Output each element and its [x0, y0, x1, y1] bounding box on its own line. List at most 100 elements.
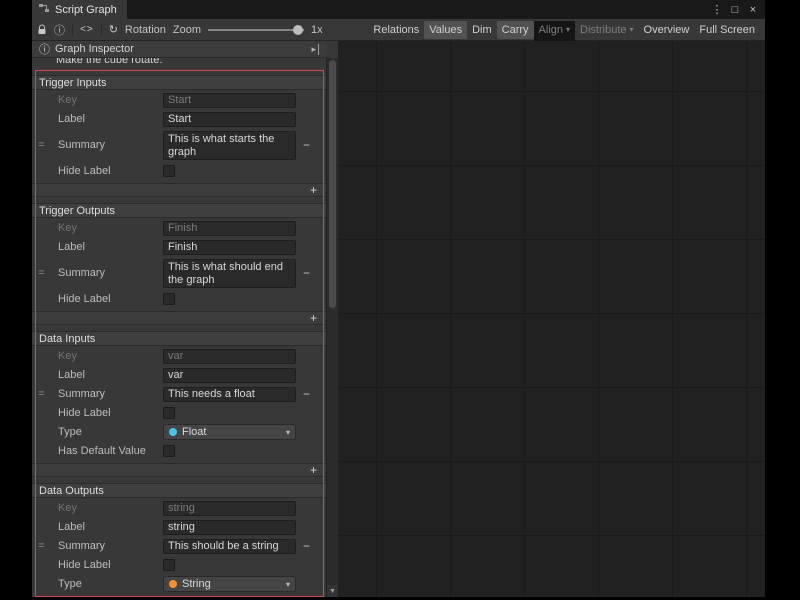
section-header[interactable]: Trigger Inputs [32, 75, 326, 90]
section-header[interactable]: Trigger Outputs [32, 203, 326, 218]
key-label: Key [58, 222, 163, 234]
summary-row: = Summary This is what starts the graph … [32, 129, 326, 161]
add-row: + [32, 463, 326, 477]
label-row: Label [32, 238, 326, 256]
has-default-checkbox[interactable] [163, 445, 175, 457]
scrollbar-thumb[interactable] [329, 60, 336, 308]
hide-label-checkbox[interactable] [163, 165, 175, 177]
label-field[interactable] [163, 520, 296, 535]
tab-script-graph[interactable]: Script Graph [32, 0, 127, 19]
section-header[interactable]: Data Inputs [32, 331, 326, 346]
section-header[interactable]: Data Outputs [32, 483, 326, 498]
tab-bar: Script Graph ⋮ □ × [32, 0, 765, 19]
hide-label-label: Hide Label [58, 407, 163, 419]
add-button[interactable]: + [310, 464, 317, 476]
remove-button[interactable]: − [303, 539, 310, 553]
key-row: Key [32, 91, 326, 109]
section-title: Data Outputs [39, 485, 104, 497]
screenshot-root: Script Graph ⋮ □ × ⓘ <> ↻ Rotation Zoom [0, 0, 800, 600]
remove-button[interactable]: − [303, 387, 310, 401]
key-row: Key [32, 347, 326, 365]
summary-field[interactable] [163, 539, 296, 554]
summary-row: = Summary This is what should end the gr… [32, 257, 326, 289]
label-field[interactable] [163, 240, 296, 255]
drag-handle-icon[interactable]: = [38, 388, 44, 400]
collapse-inspector-icon[interactable]: ▸ [311, 44, 319, 55]
hide-label-label: Hide Label [58, 165, 163, 177]
type-dropdown[interactable]: String ▾ [163, 576, 296, 592]
label-row: Label [32, 518, 326, 536]
description-clip: Make the cube rotate. [32, 58, 326, 70]
code-icon[interactable]: <> [80, 24, 94, 35]
summary-label: Summary [58, 540, 163, 552]
summary-field[interactable]: This is what should end the graph [163, 259, 296, 288]
distribute-button: Distribute ▾ [575, 21, 638, 39]
key-row: Key [32, 499, 326, 517]
label-label: Label [58, 241, 163, 253]
hide-label-row: Hide Label [32, 404, 326, 422]
drag-handle-icon[interactable]: = [38, 139, 44, 151]
section-trigger-outputs: Trigger Outputs Key Label = Summary [32, 203, 326, 325]
inspector-scrollbar[interactable]: ▼ [326, 58, 338, 597]
summary-label: Summary [58, 267, 163, 279]
info-icon[interactable]: ⓘ [54, 22, 65, 38]
zoom-slider-handle[interactable] [293, 25, 303, 35]
inspector-header: ⓘ Graph Inspector ▸ [32, 41, 326, 58]
relations-button[interactable]: Relations [368, 21, 424, 39]
key-field [163, 221, 296, 236]
label-row: Label [32, 366, 326, 384]
key-field [163, 501, 296, 516]
remove-button[interactable]: − [303, 138, 310, 152]
graph-canvas[interactable] [338, 41, 765, 597]
hide-label-checkbox[interactable] [163, 559, 175, 571]
hide-label-checkbox[interactable] [163, 293, 175, 305]
window-menu-icon[interactable]: ⋮ [709, 3, 725, 16]
summary-field[interactable] [163, 387, 296, 402]
type-value: Float [182, 426, 206, 438]
hide-label-label: Hide Label [58, 293, 163, 305]
label-field[interactable] [163, 368, 296, 383]
window-maximize-icon[interactable]: □ [727, 4, 743, 16]
add-button[interactable]: + [310, 312, 317, 324]
carry-button[interactable]: Carry [497, 21, 534, 39]
full-screen-button[interactable]: Full Screen [694, 21, 760, 39]
scroll-down-arrow-icon[interactable]: ▼ [327, 585, 338, 597]
overview-button[interactable]: Overview [639, 21, 695, 39]
key-field [163, 93, 296, 108]
type-row: Type String ▾ [32, 575, 326, 593]
lock-icon[interactable] [37, 24, 47, 35]
inspector-title: Graph Inspector [55, 43, 134, 55]
section-data-inputs: Data Inputs Key Label = Summary [32, 331, 326, 477]
key-field [163, 349, 296, 364]
graph-inspector-panel: ⓘ Graph Inspector ▸ Make the cube rotate… [32, 41, 326, 597]
chevron-down-icon: ▾ [286, 428, 290, 437]
type-label: Type [58, 426, 163, 438]
rotation-label: Rotation [125, 24, 166, 36]
distribute-button-label: Distribute [580, 24, 626, 36]
dim-button[interactable]: Dim [467, 21, 497, 39]
section-trigger-inputs: Trigger Inputs Key Label = Summary [32, 75, 326, 197]
remove-button[interactable]: − [303, 266, 310, 280]
add-row: + [32, 311, 326, 325]
align-button: Align ▾ [534, 21, 575, 39]
has-default-label: Has Default Value [58, 445, 163, 457]
zoom-slider[interactable] [208, 22, 304, 38]
type-row: Type Float ▾ [32, 423, 326, 441]
zoom-value: 1x [311, 24, 323, 36]
hide-label-checkbox[interactable] [163, 407, 175, 419]
hide-label-row: Hide Label [32, 556, 326, 574]
type-dropdown[interactable]: Float ▾ [163, 424, 296, 440]
label-field[interactable] [163, 112, 296, 127]
summary-field[interactable]: This is what starts the graph [163, 131, 296, 160]
toolbar: ⓘ <> ↻ Rotation Zoom 1x Relations Values… [32, 19, 765, 41]
drag-handle-icon[interactable]: = [38, 267, 44, 279]
string-type-dot [169, 580, 177, 588]
chevron-down-icon: ▾ [630, 25, 634, 34]
window-close-icon[interactable]: × [745, 4, 761, 16]
unity-window: Script Graph ⋮ □ × ⓘ <> ↻ Rotation Zoom [32, 0, 765, 597]
values-button[interactable]: Values [424, 21, 467, 39]
zoom-slider-track[interactable] [208, 29, 304, 31]
drag-handle-icon[interactable]: = [38, 540, 44, 552]
chevron-down-icon: ▾ [286, 580, 290, 589]
add-button[interactable]: + [310, 184, 317, 196]
